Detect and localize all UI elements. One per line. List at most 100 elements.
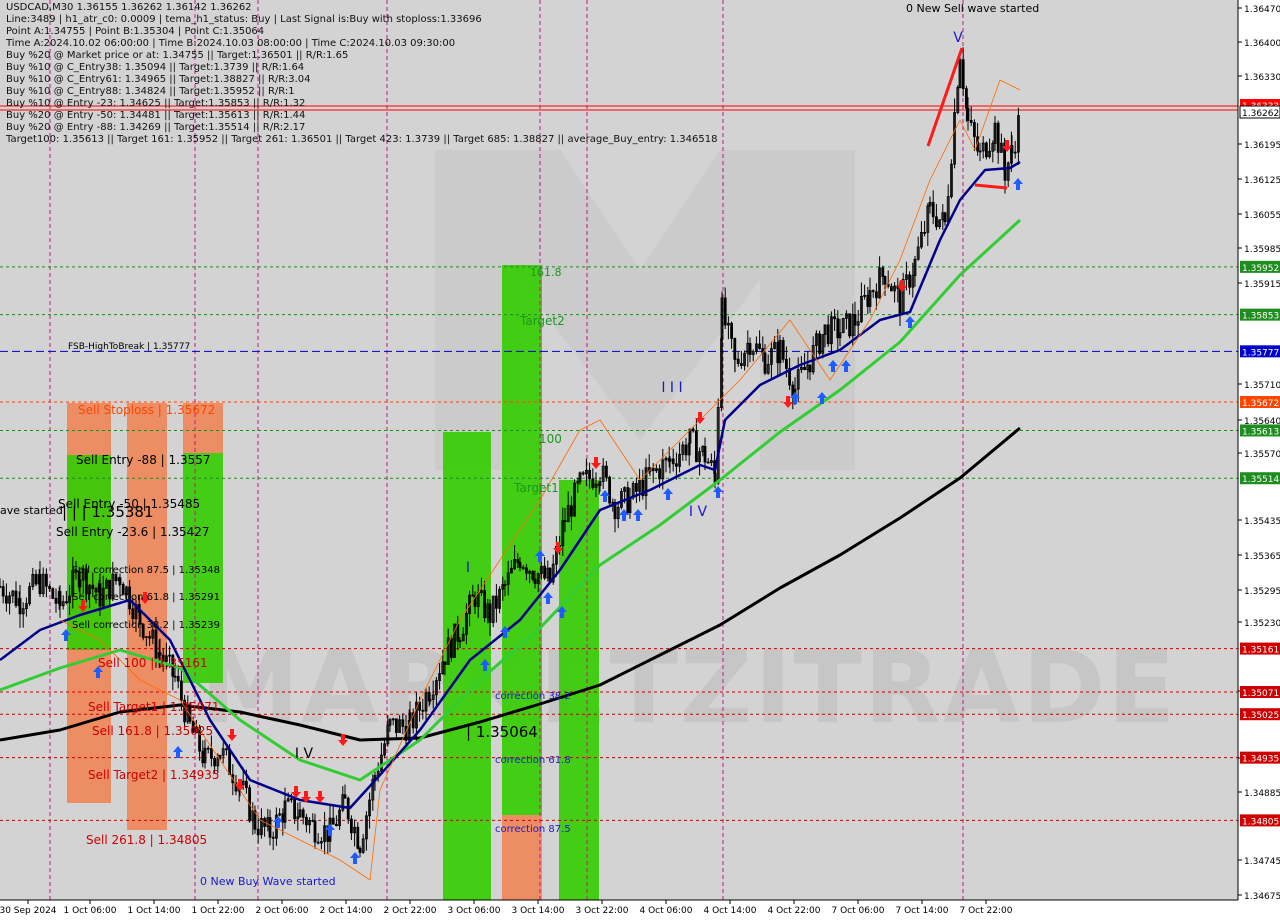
info-line: Buy %20 @ Entry -50: 1.34481 || Target:1… [6, 110, 306, 121]
level-tag: 1.35952 [1242, 264, 1279, 274]
price-tick-label: 1.35570 [1244, 450, 1280, 460]
annotation-label: I I I [661, 380, 682, 396]
candle-body [494, 595, 498, 609]
price-tick-label: 1.36400 [1244, 39, 1280, 49]
annotation-label: Sell Entry -88 | 1.3557 [76, 453, 210, 467]
annotation-label: ave started [0, 504, 63, 517]
candle [573, 479, 576, 517]
annotation-label: correction 61.8 [495, 755, 571, 766]
candle [956, 85, 960, 115]
candle-body [935, 216, 938, 228]
candle-body [244, 780, 248, 789]
candle-body [740, 363, 743, 366]
price-tick-label: 1.36470 [1244, 5, 1280, 15]
annotation-label: Sell 261.8 | 1.34805 [86, 833, 207, 847]
candle [720, 291, 724, 342]
candle-body [973, 122, 976, 138]
candle-body [961, 59, 965, 90]
candle [950, 159, 953, 199]
time-label: 3 Oct 22:00 [576, 906, 629, 916]
candle-body [608, 476, 611, 504]
annotation-label: 100 [539, 432, 562, 446]
candle-body [833, 316, 836, 320]
candle-body [45, 573, 48, 587]
time-axis: 30 Sep 2024 1 Oct 06:00 1 Oct 14:00 1 Oct 2… [0, 899, 1280, 920]
info-line: Buy %10 @ C_Entry61: 1.34965 || Target:1… [6, 74, 311, 85]
candle-body [201, 750, 205, 764]
candle-body [781, 340, 785, 360]
candle-body [965, 88, 968, 109]
candle-body [836, 318, 840, 339]
current-price-tag: 1.36262 [1242, 109, 1279, 119]
level-tag: 1.35777 [1242, 348, 1279, 358]
price-tick-label: 1.36055 [1244, 211, 1280, 221]
candle-body [908, 274, 911, 288]
candle-body [978, 150, 982, 153]
candle-body [890, 285, 893, 292]
candle-body [316, 841, 320, 844]
candle-body [293, 798, 297, 820]
annotation-label: Sell Target2 | 1.34935 [88, 768, 220, 782]
candle [620, 488, 623, 510]
candle-body [256, 828, 260, 836]
candle-body [271, 836, 275, 839]
candle-body [516, 559, 520, 563]
price-tick-label: 1.36195 [1244, 141, 1280, 151]
time-label: 7 Oct 22:00 [960, 906, 1013, 916]
time-label: 7 Oct 14:00 [896, 906, 949, 916]
candle-body [488, 603, 492, 623]
candle [51, 587, 55, 600]
candle [985, 141, 988, 160]
price-tick-label: 1.35710 [1244, 381, 1280, 391]
candle-body [173, 675, 177, 678]
candle-body [18, 598, 22, 615]
candle-body [1, 586, 5, 597]
candle-body [684, 444, 688, 456]
candle-body [943, 212, 947, 223]
candle-body [349, 818, 353, 834]
annotation-label: I V [689, 504, 708, 520]
candle-body [533, 578, 537, 584]
level-tag: 1.35161 [1242, 646, 1279, 656]
candle-body [334, 823, 338, 826]
time-label: 30 Sep 2024 [0, 906, 57, 916]
candle-body [65, 601, 68, 604]
annotation-label: correction 87.5 [495, 824, 571, 835]
info-line: Line:3489 | h1_atr_c0: 0.0009 | tema_h1_… [6, 14, 482, 25]
candle-body [570, 505, 573, 517]
annotation-label: 0 New Buy Wave started [200, 875, 336, 888]
candle-body [268, 817, 272, 838]
time-label: 4 Oct 14:00 [704, 906, 757, 916]
candle-body [581, 472, 585, 475]
price-tick-label: 1.34885 [1244, 789, 1280, 799]
candle-body [54, 597, 58, 604]
info-line: Buy %10 @ Entry -23: 1.34625 || Target:1… [6, 98, 306, 109]
price-tick-label: 1.34745 [1244, 857, 1280, 867]
annotation-label: 0 New Sell wave started [906, 2, 1039, 15]
indicator-info-panel: USDCAD,M30 1.36155 1.36262 1.36142 1.362… [6, 2, 717, 146]
candle-body [356, 826, 360, 849]
annotation-label: Target2 [519, 314, 565, 328]
time-label: 2 Oct 14:00 [320, 906, 373, 916]
candle-body [518, 562, 522, 568]
candle-body [58, 591, 62, 607]
time-label: 1 Oct 06:00 [64, 906, 117, 916]
candle-body [931, 201, 935, 218]
candle-body [1003, 169, 1007, 181]
candle-body [0, 585, 2, 588]
candle-body [38, 573, 42, 595]
info-line: USDCAD,M30 1.36155 1.36262 1.36142 1.362… [6, 2, 252, 13]
annotation-label: correction 38.2 [495, 691, 571, 702]
time-label: 7 Oct 06:00 [832, 906, 885, 916]
time-label: 4 Oct 22:00 [768, 906, 821, 916]
annotation-label: Sell correction 61.8 | 1.35291 [72, 592, 220, 603]
candle-body [866, 294, 870, 307]
candle [781, 337, 785, 363]
candle-body [651, 467, 655, 472]
time-label: 1 Oct 22:00 [192, 906, 245, 916]
candle-body [471, 594, 475, 597]
candle-body [154, 629, 158, 659]
candle-body [758, 343, 761, 349]
candle-body [401, 719, 405, 727]
candle-body [605, 465, 608, 478]
